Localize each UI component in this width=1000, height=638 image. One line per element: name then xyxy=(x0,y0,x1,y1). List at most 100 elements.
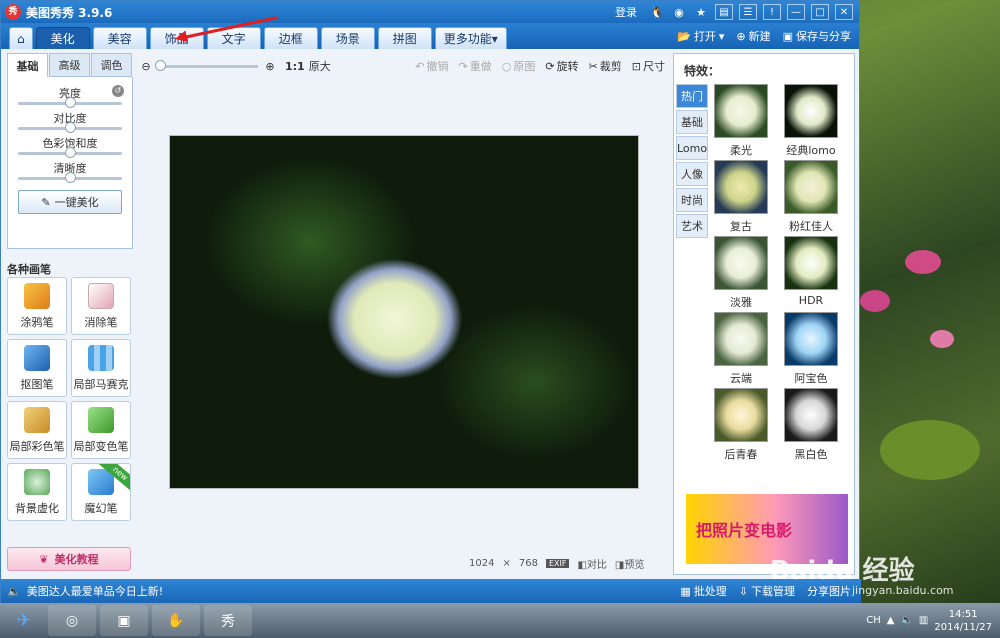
open-button[interactable]: 📂 打开 ▾ xyxy=(677,28,724,44)
effect-hdr[interactable]: HDR xyxy=(780,236,842,312)
effect-youth[interactable]: 后青春 xyxy=(710,388,772,464)
effect-elegant[interactable]: 淡雅 xyxy=(710,236,772,312)
sharpness-slider[interactable] xyxy=(18,172,122,183)
brush-label: 消除笔 xyxy=(84,315,118,329)
undo-button[interactable]: ↶ 撤销 xyxy=(415,58,448,74)
effect-cat-basic[interactable]: 基础 xyxy=(676,110,708,134)
resize-button[interactable]: ⊡ 尺寸 xyxy=(632,58,665,74)
reset-icon[interactable]: ↺ xyxy=(112,85,124,97)
tab-border[interactable]: 边框 xyxy=(263,27,318,49)
news-ticker[interactable]: 美图达人最爱单品今日上新! xyxy=(27,583,163,599)
saturation-knob[interactable] xyxy=(65,147,76,158)
new-label: 新建 xyxy=(748,30,771,43)
brush-bg-blur[interactable]: 背景虚化 xyxy=(7,463,67,521)
maximize-button[interactable]: □ xyxy=(811,4,829,20)
taskbar-folder[interactable]: ▣ xyxy=(100,605,148,636)
volume-icon[interactable]: 🔈 xyxy=(900,615,912,626)
zoom-out-icon[interactable]: ⊖ xyxy=(139,59,153,73)
taskbar-browser[interactable]: ◎ xyxy=(48,605,96,636)
home-tab[interactable]: ⌂ xyxy=(9,27,33,49)
contrast-knob[interactable] xyxy=(65,122,76,133)
download-icon: ⇩ xyxy=(738,584,748,598)
menu-icon[interactable]: ☰ xyxy=(739,4,757,20)
brush-mosaic[interactable]: 局部马赛克 xyxy=(71,339,131,397)
tab-beautify[interactable]: 美化 xyxy=(35,27,90,49)
qzone-icon[interactable]: ★ xyxy=(693,4,709,20)
close-button[interactable]: ✕ xyxy=(835,4,853,20)
login-link[interactable]: 登录 xyxy=(615,4,637,20)
tab-face[interactable]: 美容 xyxy=(92,27,147,49)
rotate-button[interactable]: ⟳ 旋转 xyxy=(545,58,578,74)
tab-color[interactable]: 调色 xyxy=(91,53,132,77)
zoom-slider[interactable] xyxy=(155,59,258,71)
effect-label: 淡雅 xyxy=(730,296,752,309)
effect-cat-hot[interactable]: 热门 xyxy=(676,84,708,108)
redo-button[interactable]: ↷ 重做 xyxy=(459,58,492,74)
effect-cat-fashion[interactable]: 时尚 xyxy=(676,188,708,212)
minimize-button[interactable]: — xyxy=(787,4,805,20)
brightness-knob[interactable] xyxy=(65,97,76,108)
one-click-beautify-button[interactable]: ✎ 一键美化 xyxy=(18,190,122,214)
brush-cutout[interactable]: 抠图笔 xyxy=(7,339,67,397)
effect-thumbnail xyxy=(714,160,768,214)
effect-thumbnail xyxy=(784,236,838,290)
sharpness-knob[interactable] xyxy=(65,172,76,183)
effect-retro[interactable]: 复古 xyxy=(710,160,772,236)
zoom-knob[interactable] xyxy=(155,59,166,71)
new-button[interactable]: ⊕ 新建 xyxy=(736,28,770,44)
tab-collage[interactable]: 拼图 xyxy=(377,27,432,49)
taskbar-app[interactable]: ✋ xyxy=(152,605,200,636)
exif-button[interactable]: EXIF xyxy=(545,558,570,568)
effect-black-white[interactable]: 黑白色 xyxy=(780,388,842,464)
tutorial-button[interactable]: ❦ 美化教程 xyxy=(7,547,131,571)
brush-local-color[interactable]: 局部彩色笔 xyxy=(7,401,67,459)
clock[interactable]: 14:51 2014/11/27 xyxy=(934,608,992,634)
effect-cat-portrait[interactable]: 人像 xyxy=(676,162,708,186)
info-icon[interactable]: ! xyxy=(763,4,781,20)
one-click-label: 一键美化 xyxy=(54,196,99,209)
saturation-slider[interactable] xyxy=(18,147,122,158)
zoom-in-icon[interactable]: ⊕ xyxy=(263,59,277,73)
crop-button[interactable]: ✂ 裁剪 xyxy=(589,58,622,74)
effect-thumbnail xyxy=(784,312,838,366)
contrast-slider[interactable] xyxy=(18,122,122,133)
tab-scene[interactable]: 场景 xyxy=(320,27,375,49)
effect-cloud[interactable]: 云端 xyxy=(710,312,772,388)
preview-button[interactable]: ◨预览 xyxy=(615,556,644,571)
crop-label: 裁剪 xyxy=(599,60,622,73)
input-language[interactable]: CH xyxy=(866,615,881,626)
brush-local-recolor[interactable]: 局部变色笔 xyxy=(71,401,131,459)
baidu-watermark: Baidu 经验 xyxy=(770,556,915,586)
brush-eraser[interactable]: 消除笔 xyxy=(71,277,131,335)
effect-cat-lomo[interactable]: Lomo xyxy=(676,136,708,160)
original-image-button[interactable]: ○ 原图 xyxy=(502,58,536,74)
tab-more-features[interactable]: 更多功能 ▾ xyxy=(434,27,507,49)
actual-size-button[interactable]: 1:1 xyxy=(285,60,305,73)
start-icon: ✈ xyxy=(16,610,32,631)
tab-basic[interactable]: 基础 xyxy=(7,53,48,77)
effect-cat-art[interactable]: 艺术 xyxy=(676,214,708,238)
effect-abao[interactable]: 阿宝色 xyxy=(780,312,842,388)
batch-process-button[interactable]: ▦ 批处理 xyxy=(680,583,726,599)
photo-canvas[interactable] xyxy=(169,135,639,489)
app-bottom-bar: 🔈 美图达人最爱单品今日上新! ▦ 批处理 ⇩ 下载管理 分享图片 xyxy=(1,579,861,603)
tab-advanced[interactable]: 高级 xyxy=(49,53,90,77)
effect-pink-lady[interactable]: 粉红佳人 xyxy=(780,160,842,236)
save-share-button[interactable]: ▣ 保存与分享 xyxy=(783,28,851,44)
start-button[interactable]: ✈ xyxy=(0,603,48,638)
effect-soft-light[interactable]: 柔光 xyxy=(710,84,772,160)
brush-doodle[interactable]: 涂鸦笔 xyxy=(7,277,67,335)
network-icon[interactable]: ▥ xyxy=(919,615,928,626)
brush-magic[interactable]: new 魔幻笔 xyxy=(71,463,131,521)
tray-icon[interactable]: ▲ xyxy=(887,615,895,626)
effect-thumbnail xyxy=(784,388,838,442)
original-size-label[interactable]: 原大 xyxy=(309,58,331,74)
brightness-slider[interactable] xyxy=(18,97,122,108)
feedback-icon[interactable]: ▤ xyxy=(715,4,733,20)
compare-button[interactable]: ◧对比 xyxy=(577,556,606,571)
browser-icon: ◎ xyxy=(65,612,79,629)
effect-classic-lomo[interactable]: 经典lomo xyxy=(780,84,842,160)
taskbar-meitu[interactable]: 秀 xyxy=(204,605,252,636)
weibo-icon[interactable]: ◉ xyxy=(671,4,687,20)
qq-icon[interactable]: 🐧 xyxy=(649,4,665,20)
